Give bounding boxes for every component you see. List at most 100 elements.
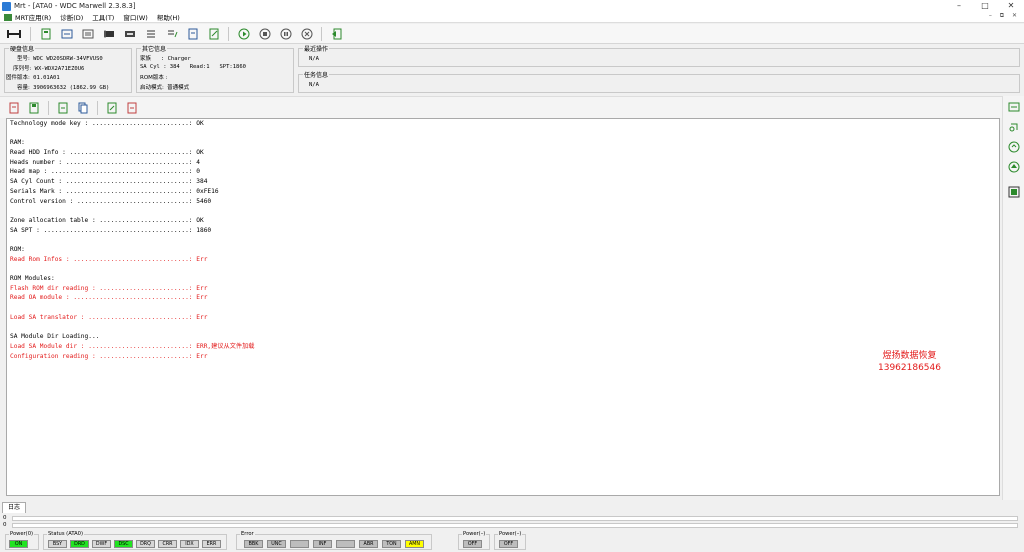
disk-info-title: 硬盘信息 (9, 44, 36, 53)
module-icon[interactable] (39, 27, 52, 40)
save-log-icon[interactable] (27, 101, 40, 114)
menu-mrt-app[interactable]: MRT应用(R) (15, 12, 51, 22)
edit-document-icon[interactable] (207, 27, 220, 40)
maximize-button[interactable]: □ (972, 0, 998, 12)
edit-list-icon[interactable] (165, 27, 178, 40)
led-inf: INF (313, 540, 332, 548)
power-b-group: Power(–) OFF (494, 531, 526, 550)
led-idx: IDX (180, 540, 199, 548)
log-line: ROM: (10, 245, 25, 253)
power-a-title: Power(–) (462, 531, 487, 537)
status-group: Status (ATA0) BSY DRD DWF DSC DRQ CRR ID… (43, 531, 227, 550)
progress-top-value: 0 (3, 515, 7, 521)
log-line: Technology mode key : ..................… (10, 120, 204, 127)
log-line: RAM: (10, 139, 25, 147)
led-bsy: BSY (48, 540, 67, 548)
log-line: SA Cyl Count : .........................… (10, 178, 208, 186)
ram-chip-icon[interactable] (123, 27, 136, 40)
close-button[interactable]: ✕ (998, 0, 1024, 12)
play-icon[interactable] (237, 27, 250, 40)
menu-window[interactable]: 窗口(W) (123, 12, 148, 22)
info-panel: 硬盘信息 型号: WDC WD20SDRW-34VFVUS0 序列号: WX-W… (0, 44, 1024, 96)
mdi-window-controls[interactable]: – ⧉ ✕ (989, 12, 1020, 20)
error-group: Error BBK UNC INF ABR TON AMN (236, 531, 432, 550)
right-sidebar (1002, 96, 1024, 502)
settings-icon[interactable] (1008, 186, 1020, 198)
cancel-icon[interactable] (300, 27, 313, 40)
boot-mode-label: 启动模式: (140, 85, 164, 91)
tab-log[interactable]: 日志 (2, 502, 26, 513)
other-info-title: 其它信息 (141, 44, 168, 53)
read-value: Read:1 (189, 64, 210, 70)
capacity-value: 3906963632 (1862.99 GB) (33, 85, 110, 91)
log-line: ROM Modules: (10, 275, 55, 282)
led-abr: ABR (359, 540, 378, 548)
serial-value: WX-WDX2A71EZ0U6 (34, 66, 85, 72)
document-icon[interactable] (186, 27, 199, 40)
sacyl-value: : 384 (163, 64, 180, 70)
bottom-tabs: 日志 (0, 500, 1024, 514)
menu-logo-icon (4, 13, 12, 21)
power0-title: Power(0) (9, 531, 35, 537)
toolbar-separator (228, 26, 229, 41)
recent-op-title: 最近操作 (303, 44, 330, 53)
clear-log-icon[interactable] (7, 101, 20, 114)
log-line: Load SA Module dir : ...................… (10, 342, 255, 350)
log-line: Head map : .............................… (10, 168, 200, 176)
table-icon[interactable] (144, 27, 157, 40)
menu-help[interactable]: 帮助(H) (157, 12, 180, 22)
recent-op-group: 最近操作 N/A (298, 44, 1020, 67)
power-cycle-icon[interactable] (1008, 121, 1020, 133)
toolbar-separator (321, 26, 322, 41)
log-line: Control version : ......................… (10, 197, 212, 205)
menu-bar: MRT应用(R) 诊断(D) 工具(T) 窗口(W) 帮助(H) – ⧉ ✕ (0, 12, 1024, 23)
power-a-led: OFF (463, 540, 482, 548)
capacity-label: 容量: (17, 85, 30, 91)
hdd-select-icon[interactable] (6, 27, 22, 40)
model-value: WDC WD20SDRW-34VFVUS0 (33, 56, 103, 62)
task-info-group: 任务信息 N/A (298, 70, 1020, 93)
log-output[interactable]: Technology mode key : ..................… (6, 118, 1000, 496)
pause-icon[interactable] (279, 27, 292, 40)
sacyl-label: SA Cyl (140, 64, 160, 70)
led-drq: DRQ (136, 540, 155, 548)
exit-icon[interactable] (330, 27, 343, 40)
family-value: : Charger (160, 56, 191, 62)
log-line: Flash ROM dir reading : ................… (10, 284, 208, 292)
log-line: Read Rom Infos : .......................… (10, 255, 208, 263)
log-line: SA SPT : ...............................… (10, 226, 212, 234)
led-blank-1 (290, 540, 309, 548)
rst-icon[interactable] (1008, 101, 1020, 113)
menu-tools[interactable]: 工具(T) (92, 12, 114, 22)
log-line: SA Module Dir Loading... (10, 333, 100, 341)
led-drd: DRD (70, 540, 89, 548)
led-ton: TON (382, 540, 401, 548)
pdf-icon[interactable] (125, 101, 138, 114)
progress-area: 0 0 (0, 514, 1024, 530)
stop-icon[interactable] (258, 27, 271, 40)
rom-chip-icon[interactable] (102, 27, 115, 40)
tracks-icon[interactable] (60, 27, 73, 40)
report-icon[interactable] (105, 101, 118, 114)
toolbar-separator (97, 100, 98, 115)
log-line: Read HDD Info : ........................… (10, 149, 204, 157)
list-icon[interactable] (81, 27, 94, 40)
recent-op-value: N/A (309, 56, 319, 62)
error-title: Error (240, 531, 255, 537)
main-toolbar (0, 24, 1024, 44)
boot-mode-value: 普通模式 (167, 85, 190, 91)
led-dwf: DWF (92, 540, 111, 548)
copy-icon[interactable] (76, 101, 89, 114)
minimize-button[interactable]: – (946, 0, 972, 12)
refresh-icon[interactable] (1008, 141, 1020, 153)
export-icon[interactable] (56, 101, 69, 114)
menu-diagnose[interactable]: 诊断(D) (60, 12, 83, 22)
eject-icon[interactable] (1008, 161, 1020, 173)
status-title: Status (ATA0) (47, 531, 84, 537)
family-label: 家族 (140, 56, 152, 62)
